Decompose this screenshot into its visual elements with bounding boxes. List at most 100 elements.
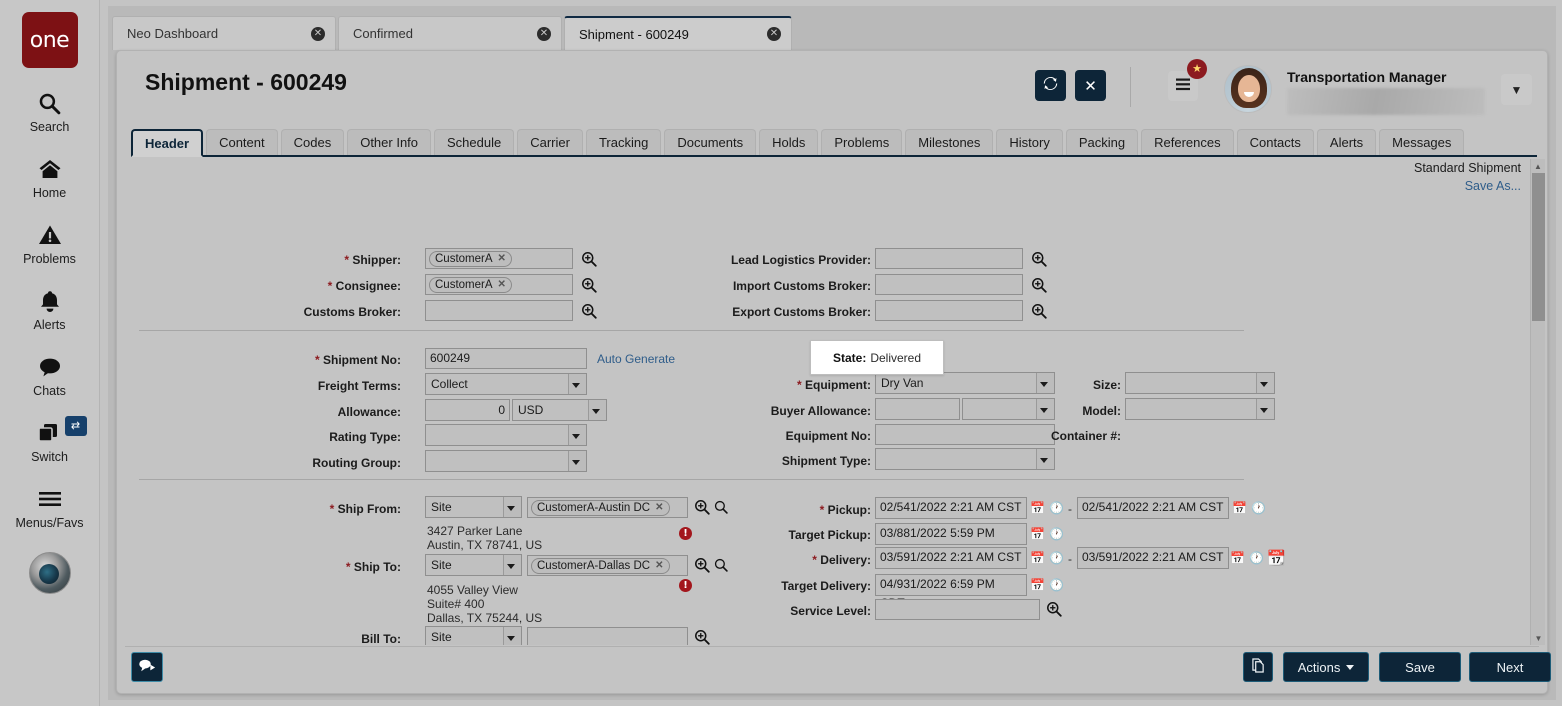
delivery-to-input[interactable]: 03/591/2022 2:21 AM CST (1077, 547, 1229, 569)
size-select[interactable] (1125, 372, 1275, 394)
consignee-search-icon[interactable] (581, 277, 597, 296)
shipment-type-select[interactable] (875, 448, 1055, 470)
tab-header[interactable]: Header (131, 129, 203, 157)
user-menu-button[interactable]: ▼ (1501, 74, 1532, 105)
scroll-up-icon[interactable]: ▲ (1531, 159, 1545, 173)
allowance-amount-input[interactable]: 0 (425, 399, 510, 421)
tab-content[interactable]: Content (206, 129, 278, 155)
target-pickup-calendar-icon[interactable]: 📅 (1029, 524, 1046, 543)
sidebar-item-menus-favs[interactable]: Menus/Favs (0, 484, 100, 530)
target-delivery-clock-icon[interactable]: 🕐 (1048, 575, 1065, 594)
customs-broker-input[interactable] (425, 300, 573, 321)
pickup-to-calendar-icon[interactable]: 📅 (1231, 498, 1248, 517)
ship-from-type-select[interactable]: Site (425, 496, 522, 518)
sidebar-item-alerts[interactable]: Alerts (0, 286, 100, 332)
pickup-to-input[interactable]: 02/541/2022 2:21 AM CST (1077, 497, 1229, 519)
pickup-to-clock-icon[interactable]: 🕐 (1250, 498, 1267, 517)
shipper-chip[interactable]: CustomerA ✕ (429, 251, 512, 267)
tab-packing[interactable]: Packing (1066, 129, 1138, 155)
app-logo[interactable]: one (22, 12, 78, 68)
rail-user-avatar[interactable] (29, 552, 71, 594)
target-pickup-alert-icon[interactable]: ! (679, 527, 692, 540)
tab-alerts[interactable]: Alerts (1317, 129, 1376, 155)
routing-group-select[interactable] (425, 450, 587, 472)
duplicate-button[interactable] (1243, 652, 1273, 682)
consignee-input[interactable]: CustomerA ✕ (425, 274, 573, 295)
browser-tab-shipment-600249[interactable]: Shipment - 600249 ✕ (564, 16, 792, 50)
chip-remove-icon[interactable]: ✕ (498, 278, 506, 292)
lead-logistics-provider-search-icon[interactable] (1031, 251, 1047, 270)
chip-remove-icon[interactable]: ✕ (498, 252, 506, 266)
sidebar-item-search[interactable]: Search (0, 88, 100, 134)
scroll-down-icon[interactable]: ▼ (1531, 631, 1546, 645)
switch-badge-icon[interactable]: ⇄ (65, 416, 87, 436)
pickup-from-clock-icon[interactable]: 🕐 (1048, 498, 1065, 517)
target-delivery-alert-icon[interactable]: ! (679, 579, 692, 592)
delivery-to-clock-icon[interactable]: 🕐 (1248, 548, 1265, 567)
tab-codes[interactable]: Codes (281, 129, 345, 155)
tab-tracking[interactable]: Tracking (586, 129, 661, 155)
ship-to-chip[interactable]: CustomerA-Dallas DC ✕ (531, 558, 670, 574)
import-customs-broker-input[interactable] (875, 274, 1023, 295)
lead-logistics-provider-input[interactable] (875, 248, 1023, 269)
close-icon[interactable]: ✕ (537, 27, 551, 41)
shipment-no-input[interactable]: 600249 (425, 348, 587, 369)
tab-milestones[interactable]: Milestones (905, 129, 993, 155)
scrollbar-thumb[interactable] (1532, 173, 1545, 321)
bill-to-search-icon[interactable] (694, 629, 710, 645)
shipper-input[interactable]: CustomerA ✕ (425, 248, 573, 269)
model-select[interactable] (1125, 398, 1275, 420)
refresh-button[interactable] (1035, 70, 1066, 101)
export-customs-broker-search-icon[interactable] (1031, 303, 1047, 322)
export-customs-broker-input[interactable] (875, 300, 1023, 321)
sidebar-item-home[interactable]: Home (0, 154, 100, 200)
sidebar-item-switch[interactable]: ⇄ Switch (0, 418, 100, 464)
sidebar-item-problems[interactable]: Problems (0, 220, 100, 266)
close-button[interactable]: ✕ (1075, 70, 1106, 101)
customs-broker-search-icon[interactable] (581, 303, 597, 322)
target-delivery-input[interactable]: 04/931/2022 6:59 PM CDT (875, 574, 1027, 596)
tab-history[interactable]: History (996, 129, 1062, 155)
chip-remove-icon[interactable]: ✕ (655, 559, 663, 573)
ship-from-input[interactable]: CustomerA-Austin DC ✕ (527, 497, 688, 518)
tab-documents[interactable]: Documents (664, 129, 756, 155)
delivery-schedule-icon[interactable]: 📆 (1267, 549, 1286, 567)
pickup-from-calendar-icon[interactable]: 📅 (1029, 498, 1046, 517)
next-button[interactable]: Next (1469, 652, 1551, 682)
tab-contacts[interactable]: Contacts (1237, 129, 1314, 155)
close-icon[interactable]: ✕ (767, 27, 781, 41)
bill-to-type-select[interactable]: Site (425, 626, 522, 645)
sidebar-item-chats[interactable]: Chats (0, 352, 100, 398)
freight-terms-select[interactable]: Collect (425, 373, 587, 395)
avatar[interactable] (1224, 65, 1272, 113)
save-button[interactable]: Save (1379, 652, 1461, 682)
target-delivery-calendar-icon[interactable]: 📅 (1029, 575, 1046, 594)
tab-holds[interactable]: Holds (759, 129, 818, 155)
import-customs-broker-search-icon[interactable] (1031, 277, 1047, 296)
pickup-from-input[interactable]: 02/541/2022 2:21 AM CST (875, 497, 1027, 519)
save-as-link[interactable]: Save As... (1465, 179, 1521, 193)
delivery-from-input[interactable]: 03/591/2022 2:21 AM CST (875, 547, 1027, 569)
tab-carrier[interactable]: Carrier (517, 129, 583, 155)
browser-tab-confirmed[interactable]: Confirmed ✕ (338, 16, 562, 50)
chat-button[interactable] (131, 652, 163, 682)
ship-to-input[interactable]: CustomerA-Dallas DC ✕ (527, 555, 688, 576)
tab-references[interactable]: References (1141, 129, 1233, 155)
rating-type-select[interactable] (425, 424, 587, 446)
tab-schedule[interactable]: Schedule (434, 129, 514, 155)
shipper-search-icon[interactable] (581, 251, 597, 270)
close-icon[interactable]: ✕ (311, 27, 325, 41)
browser-tab-neo-dashboard[interactable]: Neo Dashboard ✕ (112, 16, 336, 50)
auto-generate-link[interactable]: Auto Generate (597, 352, 675, 366)
ship-to-type-select[interactable]: Site (425, 554, 522, 576)
service-level-input[interactable] (875, 599, 1040, 620)
actions-button[interactable]: Actions (1283, 652, 1369, 682)
service-level-search-icon[interactable] (1046, 601, 1062, 620)
tab-problems[interactable]: Problems (821, 129, 902, 155)
star-icon[interactable]: ★ (1187, 59, 1207, 79)
tab-other-info[interactable]: Other Info (347, 129, 431, 155)
consignee-chip[interactable]: CustomerA ✕ (429, 277, 512, 293)
form-scrollbar[interactable]: ▲ ▼ (1530, 159, 1545, 645)
target-pickup-clock-icon[interactable]: 🕐 (1048, 524, 1065, 543)
chip-remove-icon[interactable]: ✕ (655, 501, 663, 515)
